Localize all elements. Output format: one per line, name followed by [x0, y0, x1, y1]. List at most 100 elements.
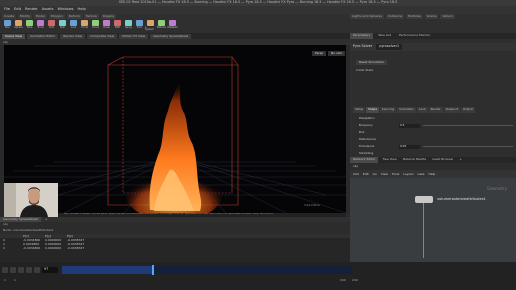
tab-scene-view[interactable]: Scene View	[2, 33, 26, 39]
webcam-overlay	[4, 183, 58, 217]
menu-help[interactable]: Help	[78, 8, 86, 12]
timeline-playhead[interactable]	[152, 265, 154, 275]
shelf-tool-null[interactable]: Null	[57, 20, 68, 32]
network-node[interactable]	[415, 196, 433, 203]
node-name-field[interactable]: pyrosolver1	[376, 44, 403, 50]
table-cell: -0.0034800	[23, 245, 41, 250]
current-frame-field[interactable]: 97	[42, 267, 58, 273]
tab-parameters[interactable]: Parameters	[350, 33, 374, 39]
tab-render-view[interactable]: Render View	[60, 33, 86, 39]
param-disturbance[interactable]: Disturbance	[353, 136, 513, 143]
shelf-tool-curve[interactable]: Curve	[90, 20, 101, 32]
menu-view[interactable]: View	[381, 172, 388, 176]
param-label: Blur	[359, 130, 365, 135]
tab-geometry-spreadsheet[interactable]: Geometry Spreadsheet	[150, 33, 192, 39]
play-icon[interactable]	[34, 267, 40, 273]
param-value[interactable]: 0.05	[399, 144, 420, 149]
menu-edit[interactable]: Edit	[363, 172, 369, 176]
shelf-tool-circle[interactable]: Circle	[79, 20, 90, 32]
tab-take-list[interactable]: Take List	[375, 33, 394, 39]
menu-edit[interactable]: Edit	[14, 8, 21, 12]
shelf-tool-label: Grid	[48, 26, 55, 29]
menu-render[interactable]: Render	[25, 8, 38, 12]
network-path-bar: obj	[350, 163, 516, 170]
tab-shape[interactable]: Shape	[366, 107, 379, 113]
table-row[interactable]: 2 -0.0034800 0.0000000 -0.0038327	[0, 246, 350, 250]
range-start-field[interactable]: 1	[14, 279, 16, 282]
shelf-tab[interactable]: Modify	[17, 14, 32, 19]
node-type-label: Pyro Solver	[353, 44, 373, 49]
shelf-tool-box[interactable]: Box	[2, 20, 13, 32]
shelf-tab[interactable]: Lights and Cameras	[350, 14, 384, 19]
jump-start-icon[interactable]	[2, 267, 8, 273]
shelf-tab[interactable]: Rigging	[100, 14, 117, 19]
param-blur[interactable]: Blur	[353, 129, 513, 136]
tab-setup[interactable]: Setup	[353, 107, 366, 113]
shelf-tool-spray[interactable]: Spray	[123, 20, 134, 32]
param-shredding[interactable]: Shredding	[353, 150, 513, 157]
param-slider[interactable]	[423, 125, 513, 126]
cam-menu[interactable]: No cam	[328, 51, 346, 56]
shelf-tool-font[interactable]: Font	[134, 20, 145, 32]
parameters-pane: Parameters Take List Performance Monitor…	[350, 33, 516, 168]
shelf-tab[interactable]: Collisions	[385, 14, 405, 19]
shelf-tab[interactable]: Deform	[66, 14, 82, 19]
param-turbulence[interactable]: Turbulence 0.05	[353, 143, 513, 150]
node-header: Pyro Solver pyrosolver1	[350, 43, 516, 51]
param-buoyancy[interactable]: Buoyancy 0.5	[353, 122, 513, 129]
range-end-field[interactable]: 240	[340, 279, 346, 282]
tab-look[interactable]: Look	[417, 107, 428, 113]
network-path[interactable]: obj	[353, 165, 358, 168]
shelf-tool-path[interactable]: Path	[112, 20, 123, 32]
shelf-tool-sphere[interactable]: Sphere	[13, 20, 24, 32]
shelf-tool-draw[interactable]: Draw	[101, 20, 112, 32]
end-frame-field[interactable]: 240	[352, 279, 358, 282]
tab-animation-editor[interactable]: Animation Editor	[27, 33, 59, 39]
tab-viewport[interactable]: Viewport	[443, 107, 460, 113]
tab-output[interactable]: Output	[460, 107, 475, 113]
shelf-tool-label: Sphere	[14, 26, 23, 29]
menu-labs[interactable]: Labs	[418, 172, 425, 176]
shelf-tool-l-system[interactable]: L-System	[145, 20, 156, 32]
shelf-tab[interactable]: Grains	[424, 14, 439, 19]
shelf-tab[interactable]: Create	[2, 14, 16, 19]
tab-performance-monitor[interactable]: Performance Monitor	[396, 33, 433, 39]
step-back-icon[interactable]	[10, 267, 16, 273]
shelf-tool-grid[interactable]: Grid	[46, 20, 57, 32]
tab-motion-fx-view[interactable]: Motion FX View	[119, 33, 149, 39]
viewport-path[interactable]: obj	[3, 40, 8, 44]
menu-file[interactable]: File	[4, 8, 10, 12]
menu-assets[interactable]: Assets	[42, 8, 54, 12]
stop-icon[interactable]	[26, 267, 32, 273]
shelf-tool-metaball[interactable]: Metaball	[167, 20, 178, 32]
network-editor[interactable]: Network Editor Tree View Material Palett…	[350, 157, 516, 262]
spreadsheet-path[interactable]: obj	[3, 223, 8, 226]
menu-help[interactable]: Help	[429, 172, 436, 176]
shelf-tab[interactable]: Polygon	[48, 14, 65, 19]
camera-menu[interactable]: Persp	[312, 51, 327, 56]
shelf-tab[interactable]: Vellum	[440, 14, 455, 19]
tab-composite-view[interactable]: Composite View	[87, 33, 118, 39]
shelf-tool-line[interactable]: Line	[68, 20, 79, 32]
play-back-icon[interactable]	[18, 267, 24, 273]
parameters-tabs: Parameters Take List Performance Monitor	[350, 33, 516, 39]
menu-go[interactable]: Go	[373, 172, 377, 176]
shelf-tab[interactable]: Texture	[83, 14, 99, 19]
menu-tools[interactable]: Tools	[392, 172, 399, 176]
param-dissipation[interactable]: Dissipation	[353, 115, 513, 122]
start-frame-field[interactable]: 1	[4, 279, 6, 282]
menu-add[interactable]: Add	[353, 172, 359, 176]
menu-windows[interactable]: Windows	[57, 8, 73, 12]
shelf-tab[interactable]: Model	[33, 14, 47, 19]
tab-render[interactable]: Render	[428, 107, 443, 113]
shelf-tool-torus[interactable]: Torus	[35, 20, 46, 32]
reset-simulation-button[interactable]: Reset Simulation	[356, 60, 388, 65]
tab-sourcing[interactable]: Sourcing	[379, 107, 397, 113]
param-slider[interactable]	[423, 146, 513, 147]
param-value[interactable]: 0.5	[399, 123, 420, 128]
menu-layout[interactable]: Layout	[403, 172, 413, 176]
tab-simulation[interactable]: Simulation	[397, 107, 417, 113]
shelf-tool-tube[interactable]: Tube	[24, 20, 35, 32]
shelf-tool-platonic[interactable]: Platonic	[156, 20, 167, 32]
shelf-tab[interactable]: Particles	[406, 14, 423, 19]
